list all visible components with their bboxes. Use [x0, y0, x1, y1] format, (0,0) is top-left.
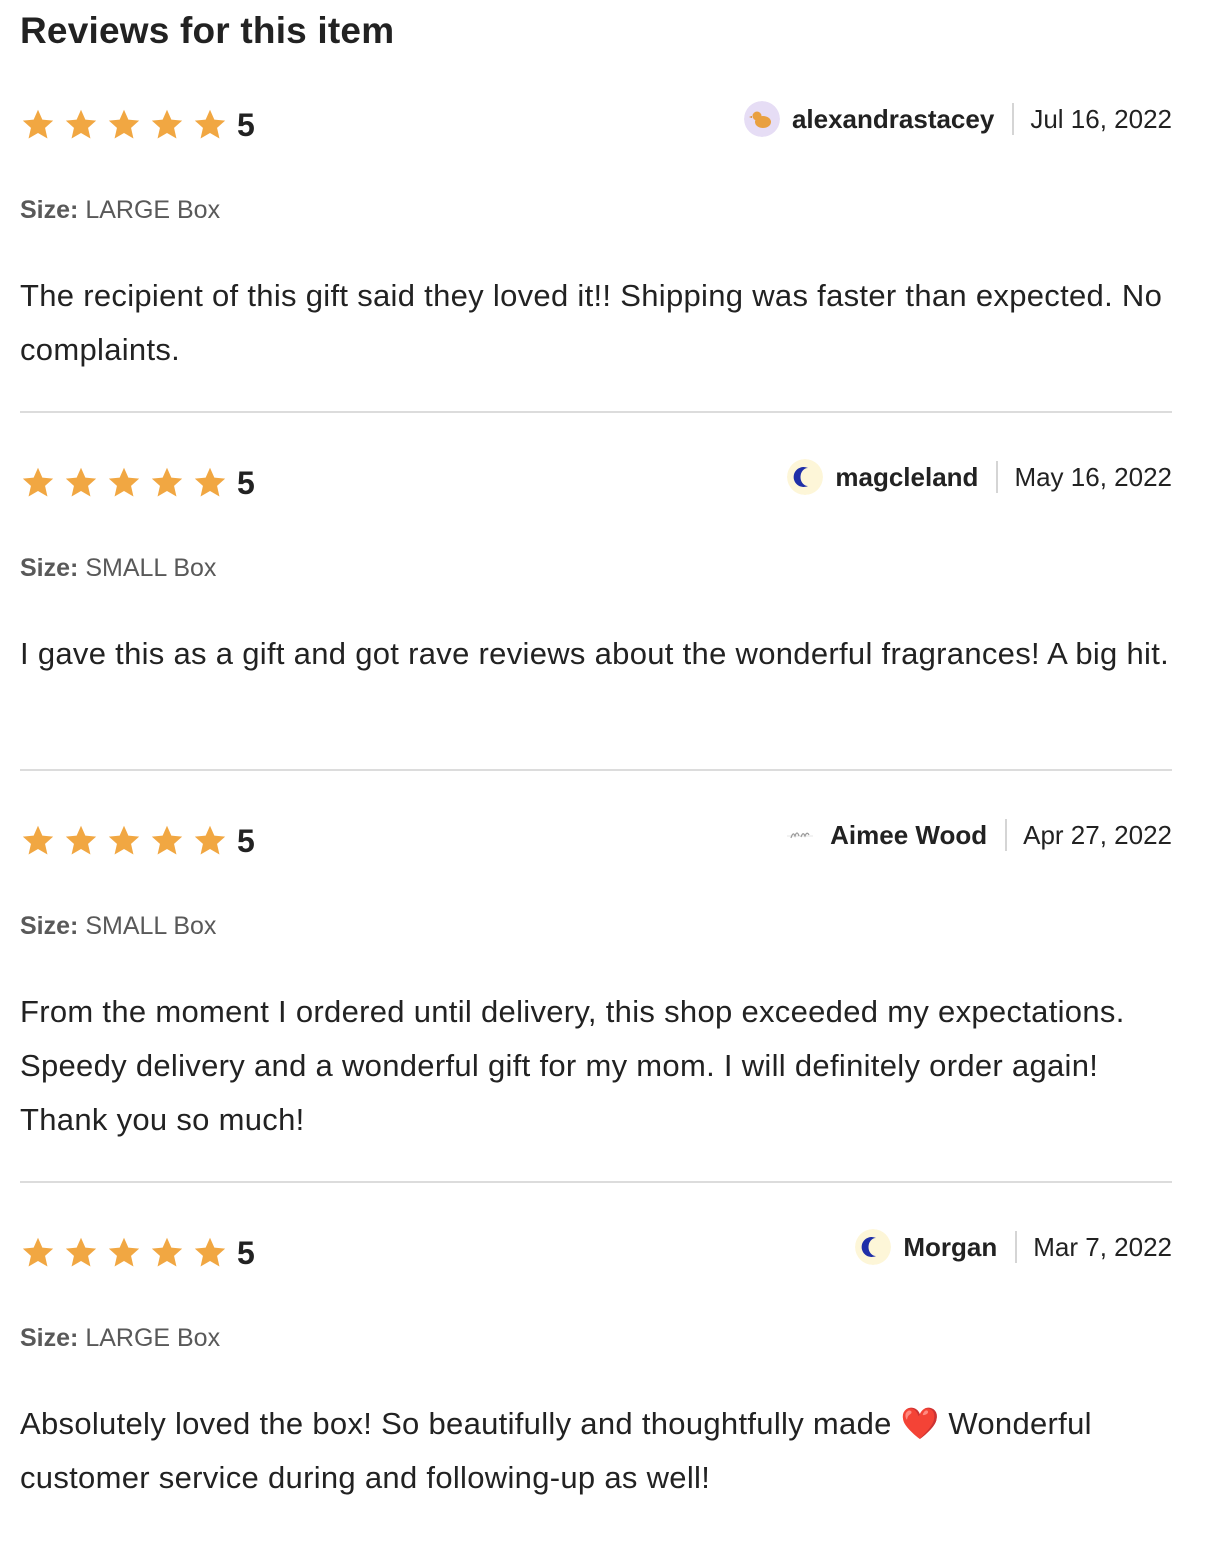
star-icon [20, 823, 56, 859]
review-header: 5 alexandrastacey Jul 16, 2022 [20, 100, 1172, 150]
variation-size: Size: LARGE Box [20, 196, 1172, 225]
star-icon [63, 465, 99, 501]
star-rating: 5 [20, 816, 255, 866]
review-divider [20, 769, 1172, 771]
size-label: Size: [20, 196, 79, 224]
star-icon [20, 107, 56, 143]
star-rating: 5 [20, 458, 255, 508]
review-item: 5 Aimee Wood Apr 27, 2022 Size: SMALL Bo… [20, 816, 1172, 1147]
star-rating: 5 [20, 1228, 255, 1278]
review-header: 5 Morgan Mar 7, 2022 [20, 1228, 1172, 1278]
reviewer-info: alexandrastacey Jul 16, 2022 [743, 94, 1172, 144]
reviewer-info: magcleland May 16, 2022 [787, 452, 1172, 502]
reviewer-info: Morgan Mar 7, 2022 [855, 1222, 1172, 1272]
review-divider [20, 411, 1172, 413]
separator [1012, 103, 1015, 135]
review-item: 5 magcleland May 16, 2022 Size: SMALL Bo… [20, 458, 1172, 681]
star-icon [20, 1235, 56, 1271]
variation-size: Size: LARGE Box [20, 1324, 1172, 1353]
variation-size: Size: SMALL Box [20, 912, 1172, 941]
review-date: Apr 27, 2022 [1023, 819, 1172, 850]
reviewer-name[interactable]: magcleland [835, 462, 978, 493]
size-value: LARGE Box [85, 196, 221, 224]
star-icon [192, 107, 228, 143]
bird-avatar-icon[interactable] [743, 101, 780, 137]
review-text: The recipient of this gift said they lov… [20, 278, 1163, 367]
size-label: Size: [20, 1324, 79, 1352]
review-text: From the moment I ordered until delivery… [20, 994, 1125, 1137]
rating-value: 5 [237, 822, 255, 859]
star-icon [192, 1235, 228, 1271]
star-icon [149, 107, 185, 143]
review-date: May 16, 2022 [1014, 461, 1172, 492]
star-icon [106, 1235, 142, 1271]
reviewer-info: Aimee Wood Apr 27, 2022 [782, 810, 1172, 860]
review-text: I gave this as a gift and got rave revie… [20, 636, 1170, 671]
star-icon [106, 107, 142, 143]
size-label: Size: [20, 912, 79, 940]
star-icon [63, 823, 99, 859]
crescent-avatar-icon[interactable] [787, 459, 824, 495]
variation-size: Size: SMALL Box [20, 554, 1172, 583]
star-icon [20, 465, 56, 501]
reviewer-name[interactable]: alexandrastacey [792, 104, 994, 135]
star-icon [106, 465, 142, 501]
size-value: SMALL Box [85, 554, 217, 582]
section-title: Reviews for this item [20, 10, 395, 51]
star-icon [149, 823, 185, 859]
star-icon [63, 107, 99, 143]
star-icon [192, 465, 228, 501]
separator [1005, 819, 1008, 851]
size-value: LARGE Box [85, 1324, 221, 1352]
star-icon [63, 1235, 99, 1271]
size-value: SMALL Box [85, 912, 217, 940]
star-icon [192, 823, 228, 859]
review-date: Mar 7, 2022 [1033, 1231, 1172, 1262]
rating-value: 5 [237, 464, 255, 501]
review-text: Absolutely loved the box! So beautifully… [20, 1406, 1092, 1495]
monogram-avatar-icon[interactable] [782, 817, 819, 853]
reviewer-name[interactable]: Morgan [903, 1232, 997, 1263]
separator [996, 461, 999, 493]
crescent-avatar-icon[interactable] [855, 1229, 892, 1265]
rating-value: 5 [237, 1234, 255, 1271]
review-item: 5 alexandrastacey Jul 16, 2022 Size: LAR… [20, 100, 1172, 377]
review-item: 5 Morgan Mar 7, 2022 Size: LARGE Box Abs… [20, 1228, 1172, 1505]
review-header: 5 magcleland May 16, 2022 [20, 458, 1172, 508]
star-rating: 5 [20, 100, 255, 150]
rating-value: 5 [237, 106, 255, 143]
star-icon [149, 1235, 185, 1271]
size-label: Size: [20, 554, 79, 582]
star-icon [106, 823, 142, 859]
review-divider [20, 1181, 1172, 1183]
review-header: 5 Aimee Wood Apr 27, 2022 [20, 816, 1172, 866]
star-icon [149, 465, 185, 501]
separator [1015, 1231, 1018, 1263]
reviews-page: Reviews for this item 5 alexandrastacey … [0, 0, 1222, 1556]
reviewer-name[interactable]: Aimee Wood [830, 820, 987, 851]
review-date: Jul 16, 2022 [1030, 103, 1172, 134]
